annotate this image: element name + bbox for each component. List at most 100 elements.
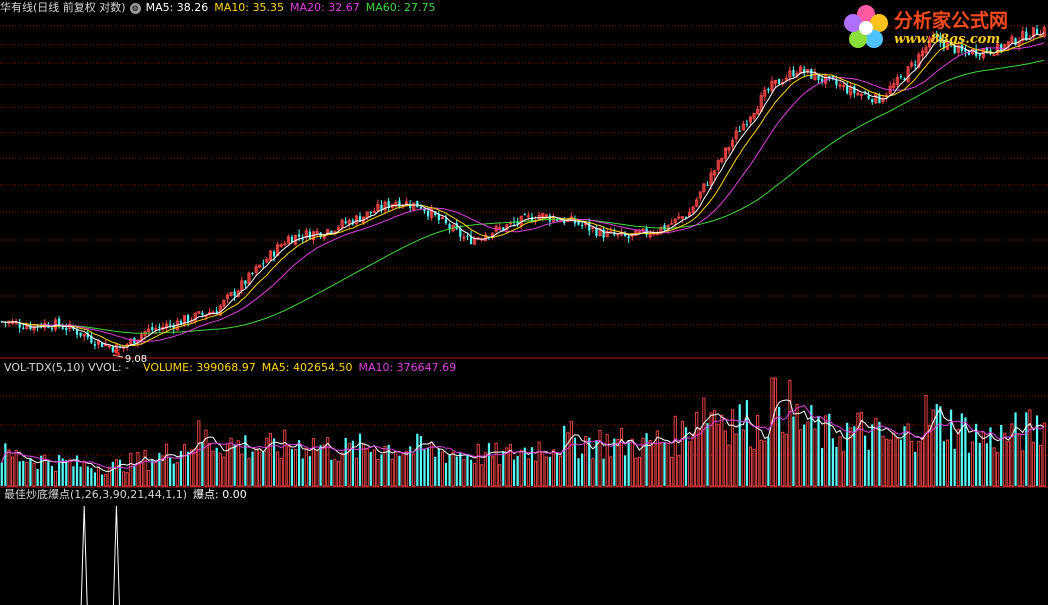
stock-chart[interactable]: 9.08S (0, 0, 1048, 605)
volume-bar (93, 472, 97, 486)
candle (301, 238, 304, 240)
volume-bar (759, 439, 763, 487)
ma5-line (1, 32, 1045, 348)
candle (18, 323, 21, 328)
volume-bar (1039, 444, 1043, 487)
volume-bar (939, 406, 942, 486)
volume-bar (763, 440, 767, 487)
volume-bar (677, 455, 681, 487)
ma20-line (1, 42, 1045, 343)
volume-bar (523, 447, 526, 486)
volume-bar (1017, 433, 1021, 487)
volume-bar (981, 431, 985, 487)
flower-logo-icon (844, 5, 888, 48)
volume-bar (748, 446, 753, 487)
volume-bar (118, 459, 122, 486)
volume-bar (670, 456, 674, 487)
volume-bar (298, 440, 301, 486)
volume-bar (90, 468, 93, 486)
volume-bar (437, 448, 440, 486)
volume-bar (290, 449, 294, 486)
volume-bar (706, 423, 709, 486)
candle (828, 75, 831, 78)
candle (738, 130, 741, 132)
candle (419, 207, 423, 209)
volume-bar (358, 433, 362, 486)
gear-icon[interactable]: ⚙ (129, 2, 141, 14)
volume-bar (380, 454, 383, 486)
volume-bar (516, 455, 519, 486)
volume-bar (885, 438, 889, 487)
volume-bar (541, 450, 545, 487)
candle (244, 280, 247, 285)
volume-bar (293, 449, 298, 487)
volume-bar (139, 462, 144, 487)
volume-bar (401, 452, 405, 487)
volume-bar (143, 449, 147, 487)
volume-bar (680, 420, 684, 487)
volume-bar (487, 443, 491, 486)
volume-bar (637, 457, 641, 487)
volume-bar (945, 439, 950, 487)
volume-bar (985, 443, 989, 486)
volume-panel-title: VOL-TDX(5,10) VVOL: - (4, 361, 129, 374)
volume-bar (50, 465, 54, 486)
volume-bar (390, 459, 394, 487)
volume-bar (480, 464, 484, 487)
volume-bar (619, 428, 624, 487)
signal-panel-title: 最佳炒底爆点(1,26,3,90,21,44,1,1) (4, 488, 188, 501)
volume-bar (236, 440, 240, 487)
volume-bar (14, 449, 18, 487)
volume-bar (784, 433, 788, 487)
volume-bar (372, 449, 376, 487)
volume-bar (892, 432, 896, 487)
volume-bar (895, 438, 899, 487)
volume-bar (262, 451, 265, 486)
volume-bar (956, 428, 960, 487)
volume-bar (738, 404, 741, 486)
volume-bar (315, 449, 319, 487)
volume-bar (276, 451, 280, 487)
volume-bar (537, 441, 541, 487)
volume-bar (448, 454, 451, 486)
volume-bar (888, 439, 892, 487)
volume-bar (476, 443, 480, 487)
candle (426, 210, 430, 217)
volume-bar (304, 448, 308, 487)
volume-bar (1021, 450, 1025, 487)
volume-bar (229, 437, 233, 487)
signal-panel-header: 最佳炒底爆点(1,26,3,90,21,44,1,1) 爆点: 0.00 (0, 487, 253, 503)
volume-bar (745, 400, 748, 486)
watermark-logo: 分析家公式网 www.88gs.com (840, 2, 1040, 54)
candle (298, 234, 301, 237)
volume-bar (169, 457, 172, 486)
volume-bar (175, 462, 179, 487)
volume-bar (595, 440, 598, 486)
volume-bar (1000, 424, 1003, 486)
ma60-indicator: MA60: 27.75 (365, 1, 436, 14)
volume-bar (7, 449, 11, 487)
volume-bar (863, 435, 867, 486)
volume-bar (1003, 432, 1007, 487)
volume-bar (29, 458, 32, 486)
volume-bar (394, 451, 398, 487)
candle (444, 218, 448, 224)
volume-bar (344, 437, 347, 486)
candle (863, 93, 867, 95)
volume-bar (648, 440, 652, 487)
volume-bar (630, 438, 634, 487)
candle (595, 228, 598, 236)
volume-bar (573, 437, 577, 486)
volume-bar (878, 421, 881, 486)
volume-bar (1006, 441, 1010, 487)
candle (201, 312, 204, 315)
volume-bar (824, 415, 828, 487)
volume-bar (917, 440, 921, 487)
volume-bar (416, 433, 419, 486)
candle (22, 327, 25, 329)
volume-bar (978, 442, 981, 486)
volume-bar (455, 456, 458, 486)
candle (792, 69, 795, 77)
volume-bar (563, 425, 566, 486)
candle (272, 251, 276, 257)
